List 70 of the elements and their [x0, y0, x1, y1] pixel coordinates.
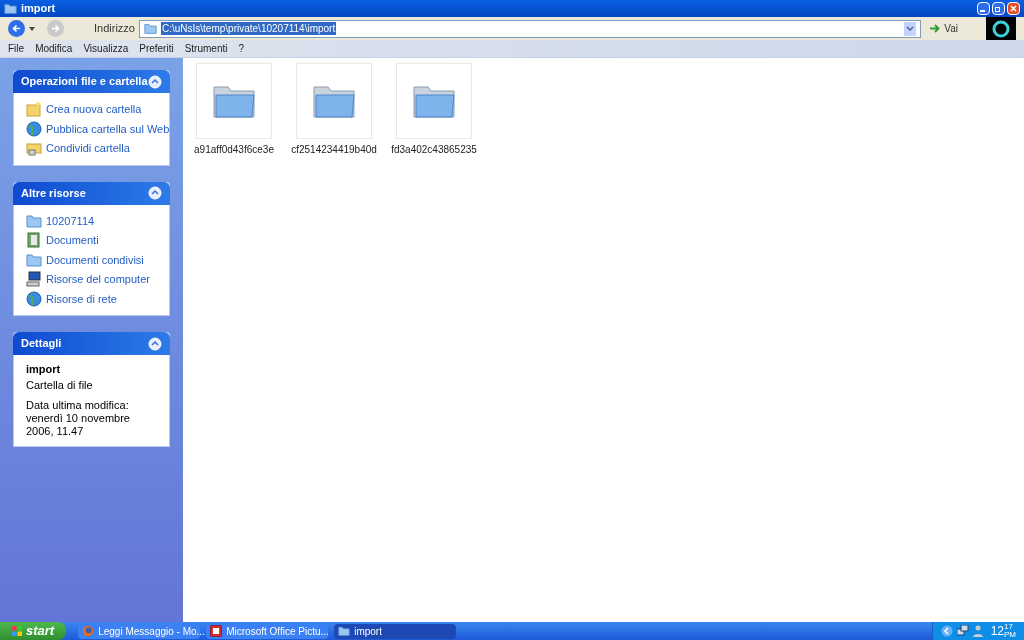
- back-button[interactable]: [8, 20, 25, 37]
- taskbar-button[interactable]: Microsoft Office Pictu...: [206, 623, 329, 639]
- chevron-left-icon[interactable]: [940, 625, 953, 637]
- documents-icon: [26, 232, 42, 249]
- panel-title: Dettagli: [21, 336, 62, 352]
- folder-icon: [26, 251, 42, 268]
- task-link[interactable]: Risorse del computer: [46, 271, 150, 288]
- panel-title: Operazioni file e cartella: [21, 74, 148, 90]
- folder-icon: [412, 83, 456, 119]
- close-icon: [1010, 5, 1017, 12]
- taskbar-button[interactable]: import: [334, 623, 457, 639]
- menu-item[interactable]: Preferiti: [139, 41, 174, 56]
- forward-arrow-icon: [51, 24, 60, 33]
- panel-header[interactable]: Altre risorse: [13, 181, 170, 205]
- address-label: Indirizzo: [94, 21, 135, 37]
- folder-icon: [212, 83, 256, 119]
- collapse-icon[interactable]: [148, 186, 162, 200]
- task-link[interactable]: Condividi cartella: [46, 140, 130, 157]
- address-field[interactable]: C:\uNsIs\temp\private\10207114\import: [138, 19, 922, 38]
- folder-name: a91aff0d43f6ce3e: [194, 143, 274, 157]
- task-link[interactable]: Documenti: [46, 232, 99, 249]
- clock-hour: 12: [990, 625, 1004, 637]
- right-arrow-icon: [929, 23, 941, 34]
- folder-icon: [4, 2, 17, 15]
- panel-header[interactable]: Operazioni file e cartella: [13, 70, 170, 93]
- clock-ampm: PM: [1004, 631, 1016, 639]
- network-icon[interactable]: [956, 625, 969, 637]
- task-link[interactable]: Crea nuova cartella: [46, 101, 142, 118]
- folder-icon: [26, 212, 42, 229]
- menu-item[interactable]: ?: [238, 41, 245, 56]
- go-button[interactable]: Vai: [925, 21, 962, 36]
- menu-item[interactable]: Modifica: [35, 41, 73, 56]
- collapse-icon[interactable]: [148, 336, 162, 351]
- item-type: Cartella di file: [26, 379, 94, 392]
- panel-header[interactable]: Dettagli: [13, 332, 170, 355]
- collapse-icon[interactable]: [148, 74, 162, 89]
- folder-item[interactable]: a91aff0d43f6ce3e: [196, 63, 272, 157]
- item-name: import: [26, 363, 62, 376]
- shared-folder-icon: [26, 140, 42, 157]
- folder-icon: [338, 625, 351, 637]
- maximize-button[interactable]: [992, 2, 1005, 15]
- dropdown-arrow-icon[interactable]: [29, 26, 35, 31]
- picture-editor-icon: [210, 625, 223, 637]
- address-value: C:\uNsIs\temp\private\10207114\import: [160, 22, 337, 35]
- ring-icon: [992, 19, 1010, 38]
- close-button[interactable]: [1007, 2, 1020, 15]
- window-title: import: [21, 1, 56, 17]
- panel-title: Altre risorse: [21, 185, 86, 201]
- task-link[interactable]: 10207114: [46, 212, 95, 229]
- back-arrow-icon: [12, 24, 21, 33]
- new-folder-icon: [26, 101, 42, 118]
- folder-icon: [143, 22, 157, 35]
- task-link[interactable]: Documenti condivisi: [46, 251, 144, 268]
- clock-minute: 17: [1004, 623, 1014, 631]
- folder-name: cf2514234419b40d: [291, 143, 377, 157]
- folder-icon: [312, 83, 356, 119]
- modified-date: Data ultima modifica: venerdì 10 novembre 2006, 11.47: [26, 399, 131, 438]
- task-link[interactable]: Pubblica cartella sul Web: [46, 120, 170, 137]
- menu-item[interactable]: Strumenti: [184, 41, 228, 56]
- computer-icon: [26, 271, 42, 288]
- restore-icon: [995, 5, 1002, 12]
- browser-icon: [82, 625, 95, 637]
- task-link[interactable]: Risorse di rete: [46, 290, 117, 307]
- menu-item[interactable]: Visualizza: [83, 41, 129, 56]
- globe-icon: [26, 120, 42, 137]
- windows-flag-icon: [12, 626, 22, 636]
- globe-icon: [26, 290, 42, 307]
- menu-item[interactable]: File: [8, 41, 25, 56]
- minimize-button[interactable]: [977, 2, 990, 15]
- folder-name: fd3a402c43865235: [391, 143, 477, 157]
